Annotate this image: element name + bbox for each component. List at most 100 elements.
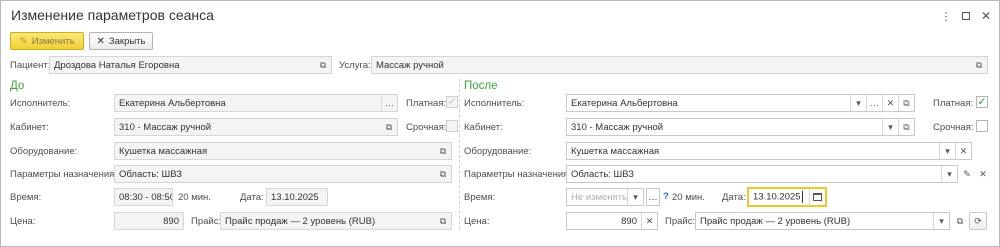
before-pricelist-field[interactable]: Прайс продаж — 2 уровень (RUB) ⧉ (220, 212, 452, 230)
after-params-value[interactable]: Область: ШВЗ (567, 169, 941, 180)
before-room-field[interactable]: 310 - Массаж ручной ⧉ (114, 118, 398, 136)
after-equipment-field[interactable]: Кушетка массажная ▾ ✕ (566, 142, 972, 160)
after-time-field[interactable]: Не изменять ▾ (566, 188, 644, 206)
after-params-field[interactable]: Область: ШВЗ ▾ (566, 165, 958, 183)
refresh-icon[interactable]: ⟳ (969, 212, 987, 230)
service-label: Услуга: (339, 60, 371, 71)
close-button-label: Закрыть (108, 35, 146, 47)
before-price-value: 890 (163, 215, 179, 227)
before-equipment-label: Оборудование: (10, 146, 78, 157)
after-duration: 20 мин. (672, 192, 705, 203)
open-icon[interactable]: ⧉ (971, 57, 987, 73)
service-value: Массаж ручной (376, 59, 444, 71)
after-performer-value[interactable]: Екатерина Альбертовна (567, 98, 850, 109)
open-icon[interactable]: ⧉ (315, 57, 331, 73)
close-icon[interactable]: ✕ (979, 9, 993, 23)
dropdown-icon[interactable]: ▾ (627, 189, 643, 205)
after-equipment-value[interactable]: Кушетка массажная (567, 146, 939, 157)
ellipsis-icon[interactable]: … (866, 95, 882, 111)
before-pricelist-value: Прайс продаж — 2 уровень (RUB) (225, 215, 376, 227)
service-field[interactable]: Массаж ручной ⧉ (371, 56, 988, 74)
open-icon[interactable]: ⧉ (898, 119, 914, 135)
after-pricelist-field[interactable]: Прайс продаж — 2 уровень (RUB) ▾ (695, 212, 950, 230)
before-price-field[interactable]: 890 (114, 212, 184, 230)
open-icon[interactable]: ⧉ (435, 166, 451, 182)
before-performer-label: Исполнитель: (10, 98, 71, 109)
before-time-value: 08:30 - 08:50 (119, 191, 172, 203)
before-date-label: Дата: (240, 192, 264, 203)
pencil-icon: ✎ (19, 35, 28, 47)
dropdown-icon[interactable]: ▾ (850, 95, 866, 111)
dropdown-icon[interactable]: ▾ (939, 143, 955, 159)
before-params-field[interactable]: Область: ШВЗ ⧉ (114, 165, 452, 183)
before-duration: 20 мин. (178, 192, 211, 203)
open-icon[interactable]: ⧉ (898, 95, 914, 111)
clear-icon[interactable]: ✕ (882, 95, 898, 111)
after-date-label: Дата: (722, 192, 746, 203)
before-paid-checkbox[interactable]: ✓ (446, 96, 458, 108)
before-urgent-checkbox[interactable] (446, 120, 458, 132)
after-urgent-checkbox[interactable] (976, 120, 988, 132)
before-heading: До (10, 80, 25, 92)
clear-icon[interactable]: ✕ (641, 213, 657, 229)
after-pricelist-value[interactable]: Прайс продаж — 2 уровень (RUB) (696, 216, 933, 227)
after-room-value[interactable]: 310 - Массаж ручной (567, 122, 882, 133)
open-icon[interactable]: ⧉ (951, 212, 969, 230)
close-button[interactable]: ✕ Закрыть (89, 32, 153, 50)
change-button-label: Изменить (31, 35, 75, 47)
after-urgent-label: Срочная: (933, 122, 974, 133)
after-date-input[interactable]: 13.10.2025 (749, 191, 809, 203)
dialog-window: Изменение параметров сеанса ⋮ ✕ ✎ Измени… (0, 0, 1000, 247)
open-icon[interactable]: ⧉ (381, 119, 397, 135)
before-date-field[interactable]: 13.10.2025 (266, 188, 328, 206)
after-paid-checkbox[interactable]: ✓ (976, 96, 988, 108)
clear-icon[interactable]: ✕ (974, 165, 992, 183)
close-x-icon: ✕ (96, 35, 105, 47)
after-params-label: Параметры назначения: (464, 169, 571, 180)
more-icon[interactable]: ⋮ (939, 9, 953, 23)
calendar-icon[interactable] (809, 189, 825, 205)
dropdown-icon[interactable]: ▾ (941, 166, 957, 182)
after-time-input[interactable]: Не изменять (567, 192, 627, 203)
patient-value: Дроздова Наталья Егоровна (54, 59, 180, 71)
change-button[interactable]: ✎ Изменить (10, 32, 84, 50)
ellipsis-icon: … (648, 191, 658, 203)
before-time-field[interactable]: 08:30 - 08:50 (114, 188, 173, 206)
after-pricelist-label: Прайс: (665, 216, 696, 227)
after-price-field[interactable]: 890 ✕ (566, 212, 658, 230)
before-performer-value: Екатерина Альбертовна (119, 97, 226, 109)
after-performer-field[interactable]: Екатерина Альбертовна ▾ … ✕ ⧉ (566, 94, 915, 112)
after-equipment-label: Оборудование: (464, 146, 532, 157)
after-room-label: Кабинет: (464, 122, 503, 133)
dropdown-icon[interactable]: ▾ (933, 213, 949, 229)
after-performer-label: Исполнитель: (464, 98, 525, 109)
patient-label: Пациент: (10, 60, 51, 71)
before-price-label: Цена: (10, 216, 36, 227)
after-price-label: Цена: (464, 216, 490, 227)
ellipsis-icon[interactable]: … (381, 95, 397, 111)
before-paid-label: Платная: (406, 98, 447, 109)
help-icon[interactable]: ? (663, 191, 669, 202)
before-equipment-value: Кушетка массажная (119, 145, 208, 157)
after-heading: После (464, 80, 498, 92)
before-performer-field[interactable]: Екатерина Альбертовна … (114, 94, 398, 112)
before-params-label: Параметры назначения: (10, 169, 117, 180)
patient-field[interactable]: Дроздова Наталья Егоровна ⧉ (49, 56, 332, 74)
open-icon[interactable]: ⧉ (435, 213, 451, 229)
after-paid-label: Платная: (933, 98, 974, 109)
before-params-value: Область: ШВЗ (119, 168, 183, 180)
after-room-field[interactable]: 310 - Массаж ручной ▾ ⧉ (566, 118, 915, 136)
after-time-label: Время: (464, 192, 496, 203)
before-date-value: 13.10.2025 (271, 191, 319, 203)
maximize-icon[interactable] (959, 9, 973, 23)
before-equipment-field[interactable]: Кушетка массажная ⧉ (114, 142, 452, 160)
after-price-value[interactable]: 890 (567, 216, 641, 227)
before-pricelist-label: Прайс: (191, 216, 222, 227)
after-date-field[interactable]: 13.10.2025 (747, 187, 827, 207)
before-room-value: 310 - Массаж ручной (119, 121, 212, 133)
open-icon[interactable]: ⧉ (435, 143, 451, 159)
clear-icon[interactable]: ✕ (955, 143, 971, 159)
time-select-button[interactable]: … (646, 188, 660, 206)
column-divider (459, 79, 460, 229)
dropdown-icon[interactable]: ▾ (882, 119, 898, 135)
